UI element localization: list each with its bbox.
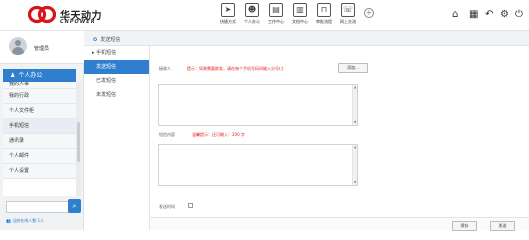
sms-form: 接收人 提示：如果需要群发，请在每个手机号码间输入分号(;) 添加... ▲ ▼ … [150,46,529,231]
breadcrumb: ✪ 发送短信 [93,36,120,43]
send-button[interactable]: 发送 [490,221,515,231]
breadcrumb-bar: ✪ 发送短信 [84,31,529,46]
brand-name-en: CNPOWER [60,19,96,25]
sms-subnav: ▸ 手机短信 发送短信 已发短信 未发短信 [84,46,150,230]
sidebar-search-input[interactable] [6,201,70,213]
nav-item-settings[interactable]: 个人设置 [3,164,76,179]
user-panel: 管理员 [0,31,84,64]
settings-icon[interactable]: ⚙ [500,10,509,20]
module-online-exchange[interactable]: ☏ 网上交流 [334,3,362,29]
online-count-text: 当前在线人数:1人 [12,218,45,223]
save-button[interactable]: 保存 [452,221,477,231]
document-icon: ▥ [293,3,307,17]
subnav-header[interactable]: ▸ 手机短信 [84,46,149,60]
breadcrumb-label: 发送短信 [100,37,121,43]
content-textarea[interactable]: ▲ ▼ [158,144,358,186]
send-time-label: 发送时间 [159,204,175,209]
nav-list: 我的人事 我的行政 个人文件柜 手机短信 通讯录 个人邮件 个人设置 [3,82,76,196]
power-icon[interactable]: ⏻ [515,10,523,20]
sidebar: 管理员 ♟ 个人办公 我的人事 我的行政 个人文件柜 手机短信 通讯录 个人邮件 … [0,31,84,230]
search-icon[interactable]: ⌕ [68,199,81,213]
recipient-hint: 提示：如果需要群发，请在每个手机号码间输入分号(;) [187,66,284,71]
user-icon: ♟ [10,72,16,79]
textarea-scrollbar[interactable]: ▲ ▼ [352,145,357,185]
send-time-checkbox[interactable] [188,203,193,208]
nav-section-personal-office[interactable]: ♟ 个人办公 [3,69,76,82]
add-module-icon[interactable]: + [364,8,374,18]
home-icon[interactable]: ⌂ [452,10,458,20]
nav-item-address-book[interactable]: 通讯录 [3,134,76,149]
subnav-sent-sms[interactable]: 已发短信 [84,74,149,88]
gear-icon: ✪ [93,37,98,43]
subnav-send-sms[interactable]: 发送短信 [84,60,149,74]
online-count: 👥 当前在线人数:1人 [6,218,44,224]
action-bar: 保存 发送 [150,217,529,231]
top-header: 华天动力 CNPOWER ➤ 快捷方式 ☻ 个人办公 ▤ 工作中心 ▥ 文档中心… [0,0,529,31]
subnav-header-label: 手机短信 [96,50,117,56]
scroll-up-icon[interactable]: ▲ [354,146,356,149]
add-recipient-button[interactable]: 添加... [338,63,368,73]
people-icon: 👥 [6,218,11,223]
content-hint: 温馨提示：还可输入：200 字 [192,132,245,137]
recipient-label: 接收人 [159,66,171,71]
module-label: 网上交流 [340,19,356,24]
nav-item-sms[interactable]: 手机短信 [3,119,76,134]
flow-icon: ⊓ [317,3,331,17]
nav-scrollbar[interactable] [76,82,81,196]
scroll-thumb[interactable] [77,122,80,162]
send-icon: ➤ [221,3,235,17]
username: 管理员 [34,46,50,52]
cnpower-logo-icon [28,5,56,24]
textarea-scrollbar[interactable]: ▲ ▼ [352,85,357,125]
back-icon[interactable]: ↶ [485,10,493,20]
nav-item-email[interactable]: 个人邮件 [3,149,76,164]
caret-right-icon: ▸ [92,50,95,56]
briefcase-icon: ▤ [269,3,283,17]
subnav-unsent-sms[interactable]: 未发短信 [84,88,149,102]
scroll-down-icon[interactable]: ▼ [354,181,356,184]
nav-section-label: 个人办公 [18,72,43,79]
scroll-down-icon[interactable]: ▼ [354,121,356,124]
nav-item-my-admin[interactable]: 我的行政 [3,89,76,104]
person-icon: ☻ [245,3,259,17]
main-content: ✪ 发送短信 ▸ 手机短信 发送短信 已发短信 未发短信 接收人 提示：如果需要群… [84,31,529,231]
nav-item-file-cabinet[interactable]: 个人文件柜 [3,104,76,119]
scroll-up-icon[interactable]: ▲ [354,86,356,89]
chat-icon: ☏ [341,3,355,17]
grid-icon[interactable]: ▦ [469,10,478,20]
avatar[interactable] [9,37,27,55]
content-label: 短信内容 [159,132,175,137]
recipient-textarea[interactable]: ▲ ▼ [158,84,358,126]
nav-item-my-hr[interactable]: 我的人事 [3,82,76,89]
